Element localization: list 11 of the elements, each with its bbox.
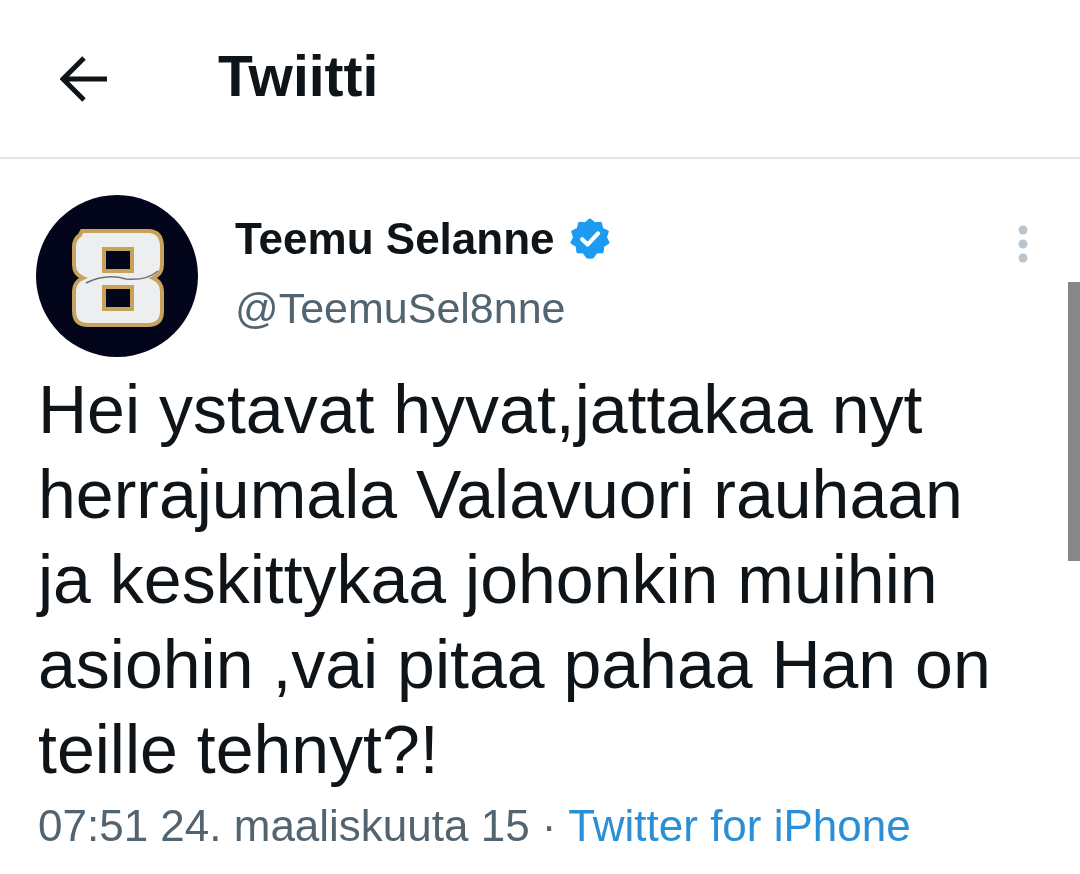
avatar-image[interactable] bbox=[36, 195, 198, 357]
back-arrow-icon bbox=[60, 54, 108, 103]
page-title: Twiitti bbox=[218, 48, 379, 105]
author-name[interactable]: Teemu Selanne bbox=[235, 217, 555, 261]
back-button[interactable] bbox=[60, 54, 108, 103]
author-handle[interactable]: @TeemuSel8nne bbox=[235, 287, 566, 330]
tweet-text: Hei ystavat hyvat,jattakaa nyt herrajumala Valavuori rauhaan ja keskittykaa johonkin muihin asiohin ,vai pitaa pahaa Han on teille tehnyt?! bbox=[38, 370, 992, 789]
separator-dot: · bbox=[541, 804, 557, 848]
scrollbar[interactable] bbox=[1068, 282, 1080, 561]
tweet-timestamp[interactable]: 07:51 24. maaliskuuta 15 bbox=[38, 804, 530, 848]
tweet-source-link[interactable]: Twitter for iPhone bbox=[568, 804, 911, 848]
